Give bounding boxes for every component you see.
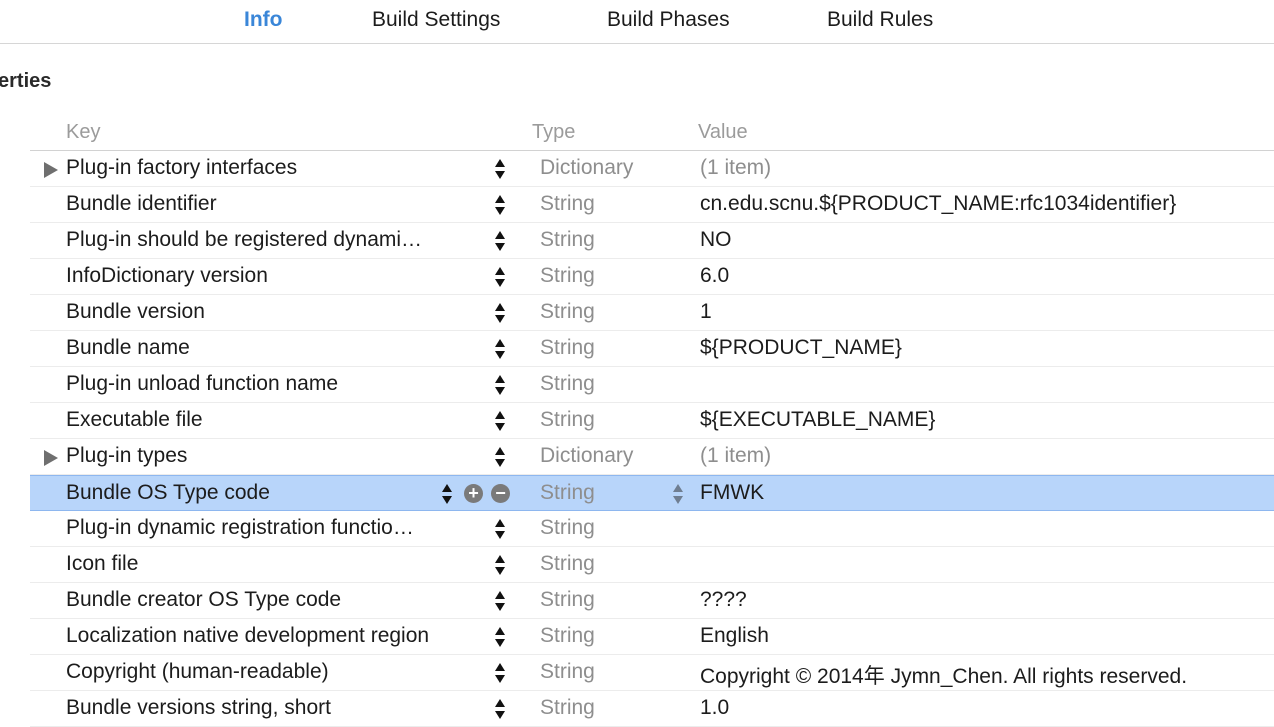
column-header-type[interactable]: Type <box>532 121 575 144</box>
row-key[interactable]: Bundle identifier <box>66 192 217 216</box>
row-type[interactable]: String <box>540 696 595 720</box>
table-row[interactable]: Plug-in should be registered dynami… Stri… <box>30 223 1274 259</box>
table-header: Key Type Value <box>30 116 1274 151</box>
key-stepper-icon[interactable] <box>495 517 505 541</box>
row-key[interactable]: Bundle versions string, short <box>66 696 331 720</box>
row-value[interactable]: ${PRODUCT_NAME} <box>700 336 902 360</box>
row-key[interactable]: Plug-in should be registered dynami… <box>66 228 422 252</box>
row-type[interactable]: String <box>540 408 595 432</box>
table-row[interactable]: Bundle version String 1 <box>30 295 1274 331</box>
key-stepper-icon[interactable] <box>442 482 452 506</box>
row-key[interactable]: Plug-in factory interfaces <box>66 156 297 180</box>
add-row-icon[interactable]: + <box>464 484 483 503</box>
key-stepper-icon[interactable] <box>495 337 505 361</box>
row-key[interactable]: InfoDictionary version <box>66 264 268 288</box>
key-stepper-icon[interactable] <box>495 625 505 649</box>
row-key[interactable]: Plug-in types <box>66 444 187 468</box>
row-value[interactable]: NO <box>700 228 732 252</box>
row-value[interactable]: (1 item) <box>700 156 771 180</box>
tab-divider <box>0 43 1274 44</box>
table-row[interactable]: Executable file String ${EXECUTABLE_NAME} <box>30 403 1274 439</box>
table-row[interactable]: Icon file String <box>30 547 1274 583</box>
row-value[interactable]: (1 item) <box>700 444 771 468</box>
row-type[interactable]: String <box>540 624 595 648</box>
table-row[interactable]: Copyright (human-readable) String Copyrigh… <box>30 655 1274 691</box>
key-stepper-icon[interactable] <box>495 697 505 721</box>
row-type[interactable]: String <box>540 660 595 684</box>
row-key[interactable]: Bundle version <box>66 300 205 324</box>
row-key[interactable]: Plug-in unload function name <box>66 372 338 396</box>
row-type[interactable]: String <box>540 588 595 612</box>
table-row[interactable]: Plug-in factory interfaces Dictionary (1 i… <box>30 151 1274 187</box>
key-stepper-icon[interactable] <box>495 661 505 685</box>
properties-table: Key Type Value Plug-in factory interface… <box>30 116 1274 727</box>
row-value[interactable]: FMWK <box>700 481 764 505</box>
disclosure-triangle-icon[interactable] <box>44 450 58 466</box>
column-header-key[interactable]: Key <box>66 121 100 144</box>
row-value[interactable]: 1.0 <box>700 696 729 720</box>
editor-tab-bar: Info Build Settings Build Phases Build R… <box>0 0 1274 44</box>
row-type[interactable]: String <box>540 336 595 360</box>
key-stepper-icon[interactable] <box>495 373 505 397</box>
key-stepper-icon[interactable] <box>495 193 505 217</box>
tab-info[interactable]: Info <box>244 8 282 32</box>
table-row[interactable]: Bundle identifier String cn.edu.scnu.${PRO… <box>30 187 1274 223</box>
tab-build-rules[interactable]: Build Rules <box>827 8 933 32</box>
tab-build-settings[interactable]: Build Settings <box>372 8 500 32</box>
row-value[interactable]: cn.edu.scnu.${PRODUCT_NAME:rfc1034identi… <box>700 192 1176 216</box>
key-stepper-icon[interactable] <box>495 157 505 181</box>
row-type[interactable]: String <box>540 372 595 396</box>
table-body: Plug-in factory interfaces Dictionary (1 i… <box>30 151 1274 727</box>
key-stepper-icon[interactable] <box>495 301 505 325</box>
row-key[interactable]: Copyright (human-readable) <box>66 660 329 684</box>
row-value[interactable]: 1 <box>700 300 712 324</box>
row-value[interactable]: 6.0 <box>700 264 729 288</box>
row-type[interactable]: Dictionary <box>540 156 633 180</box>
table-row[interactable]: InfoDictionary version String 6.0 <box>30 259 1274 295</box>
row-key[interactable]: Plug-in dynamic registration functio… <box>66 516 414 540</box>
row-value[interactable]: ???? <box>700 588 747 612</box>
table-row[interactable]: Bundle creator OS Type code String???? <box>30 583 1274 619</box>
row-type[interactable]: String <box>540 300 595 324</box>
row-type[interactable]: String <box>540 552 595 576</box>
tab-build-phases[interactable]: Build Phases <box>607 8 730 32</box>
row-key[interactable]: Executable file <box>66 408 203 432</box>
table-row[interactable]: Plug-in types Dictionary (1 item) <box>30 439 1274 475</box>
row-value[interactable]: Copyright © 2014年 Jymn_Chen. All rights … <box>700 660 1187 690</box>
row-type[interactable]: String <box>540 481 595 505</box>
table-row[interactable]: Bundle name String ${PRODUCT_NAME} <box>30 331 1274 367</box>
row-key[interactable]: Bundle name <box>66 336 190 360</box>
table-row[interactable]: Plug-in dynamic registration functio… Str… <box>30 511 1274 547</box>
key-stepper-icon[interactable] <box>495 229 505 253</box>
remove-row-icon[interactable]: − <box>491 484 510 503</box>
row-key[interactable]: Bundle creator OS Type code <box>66 588 341 612</box>
key-stepper-icon[interactable] <box>495 553 505 577</box>
row-key[interactable]: Icon file <box>66 552 138 576</box>
row-value[interactable]: English <box>700 624 769 648</box>
table-row[interactable]: Bundle OS Type code + − String FMWK <box>30 475 1274 511</box>
row-type[interactable]: Dictionary <box>540 444 633 468</box>
row-key[interactable]: Localization native development region <box>66 624 429 648</box>
table-row[interactable]: Plug-in unload function name String <box>30 367 1274 403</box>
key-stepper-icon[interactable] <box>495 589 505 613</box>
row-key[interactable]: Bundle OS Type code <box>66 481 270 505</box>
key-stepper-icon[interactable] <box>495 445 505 469</box>
row-type[interactable]: String <box>540 516 595 540</box>
table-row[interactable]: Bundle versions string, short String 1.0 <box>30 691 1274 727</box>
table-row[interactable]: Localization native development region St… <box>30 619 1274 655</box>
section-title: erties <box>0 70 52 92</box>
row-value[interactable]: ${EXECUTABLE_NAME} <box>700 408 935 432</box>
key-stepper-icon[interactable] <box>495 409 505 433</box>
key-stepper-icon[interactable] <box>495 265 505 289</box>
row-type[interactable]: String <box>540 228 595 252</box>
row-type[interactable]: String <box>540 264 595 288</box>
column-header-value[interactable]: Value <box>698 121 748 144</box>
type-stepper-icon[interactable] <box>673 482 683 506</box>
row-type[interactable]: String <box>540 192 595 216</box>
disclosure-triangle-icon[interactable] <box>44 162 58 178</box>
